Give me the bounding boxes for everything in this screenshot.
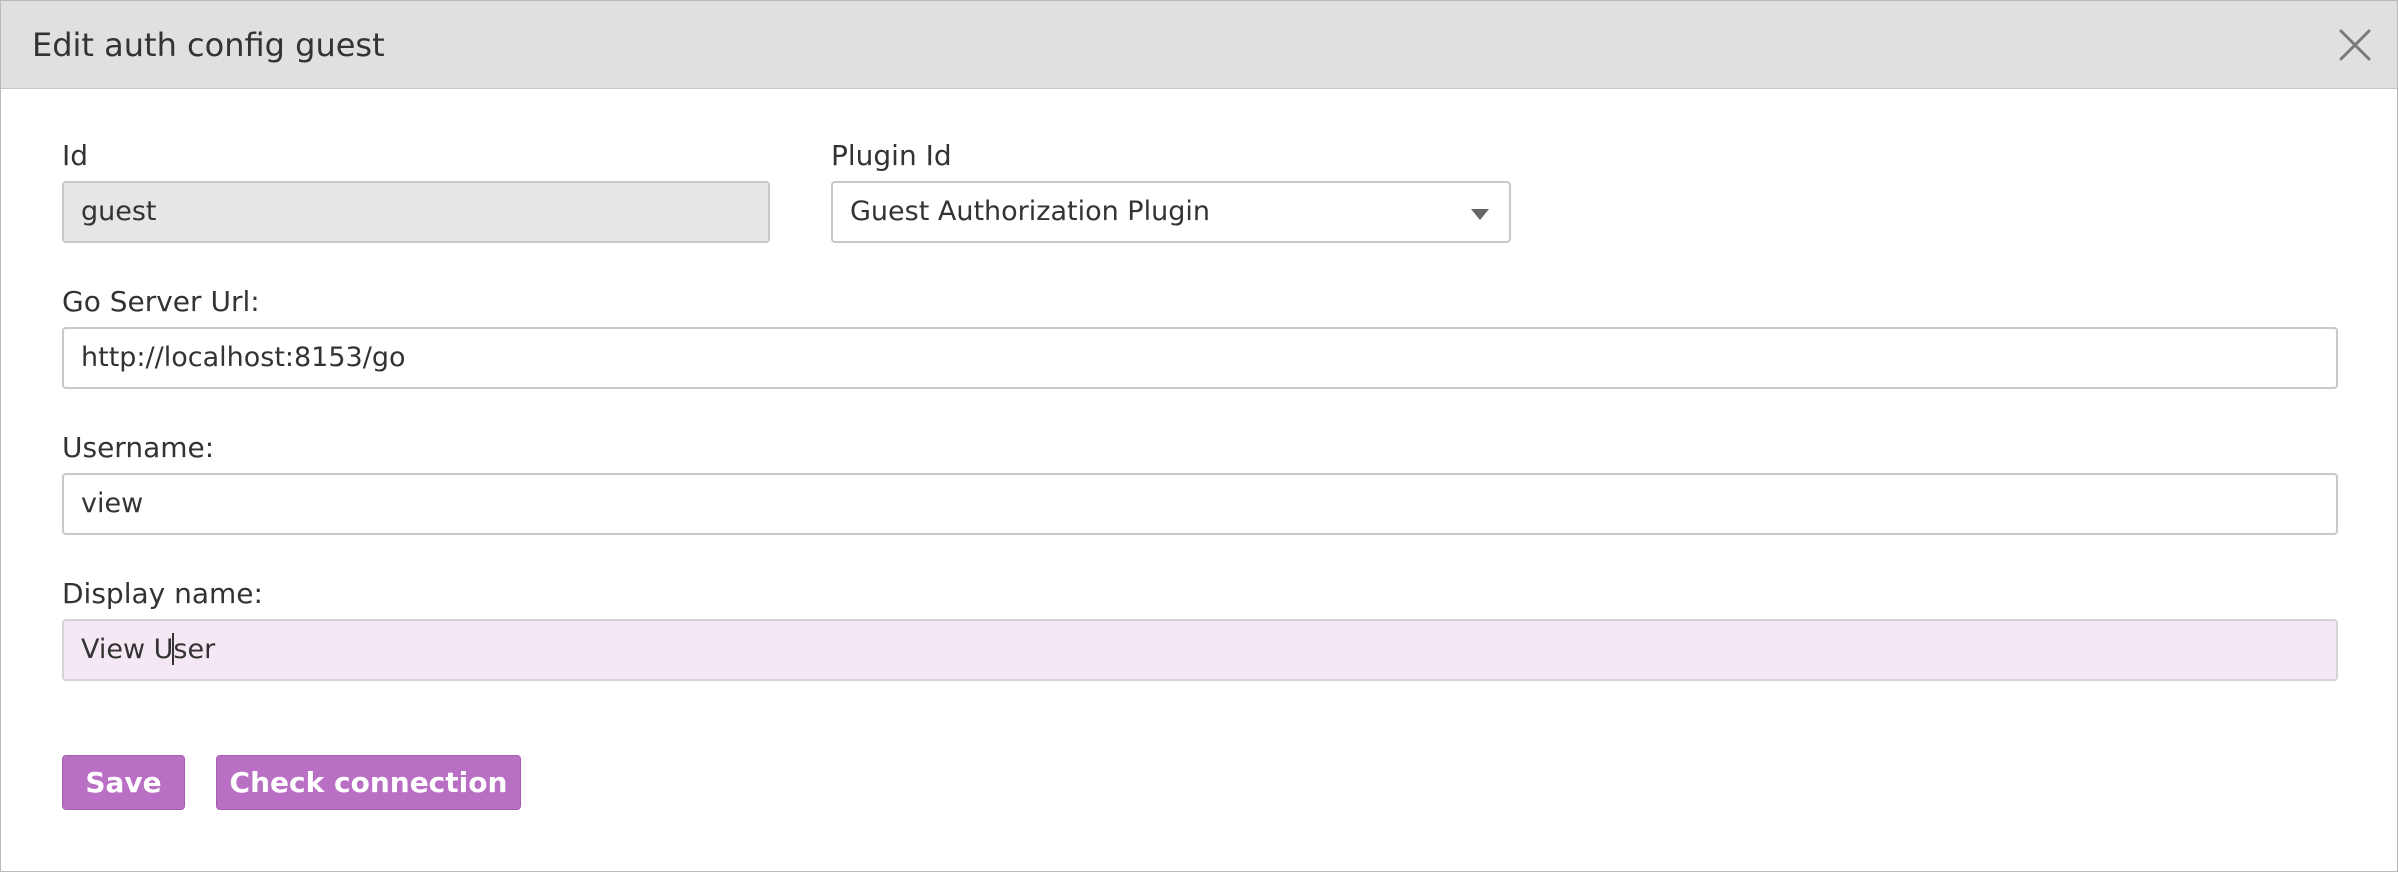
id-label: Id xyxy=(62,139,89,172)
close-icon xyxy=(2339,29,2371,61)
id-field[interactable]: guest xyxy=(62,181,770,243)
display-name-text-before-cursor: View U xyxy=(81,634,174,665)
go-server-url-field[interactable]: http://localhost:8153/go xyxy=(62,327,2338,389)
display-name-text-after-cursor: ser xyxy=(173,634,216,665)
display-name-label: Display name: xyxy=(62,577,263,610)
plugin-id-select[interactable]: Guest Authorization Plugin xyxy=(831,181,1511,243)
save-button[interactable]: Save xyxy=(62,755,185,810)
edit-auth-config-dialog: Edit auth config guest Id guest Plugin I… xyxy=(0,0,2398,872)
username-field[interactable]: view xyxy=(62,473,2338,535)
text-cursor xyxy=(172,632,175,665)
dialog-header: Edit auth config guest xyxy=(1,1,2397,89)
go-server-url-label: Go Server Url: xyxy=(62,285,260,318)
dialog-title: Edit auth config guest xyxy=(32,26,385,64)
username-label: Username: xyxy=(62,431,215,464)
plugin-id-selected-value: Guest Authorization Plugin xyxy=(850,196,1210,227)
check-connection-button[interactable]: Check connection xyxy=(216,755,521,810)
close-button[interactable] xyxy=(2335,25,2375,65)
display-name-field[interactable]: View User xyxy=(62,619,2338,681)
chevron-down-icon xyxy=(1471,209,1489,220)
plugin-id-label: Plugin Id xyxy=(831,139,952,172)
